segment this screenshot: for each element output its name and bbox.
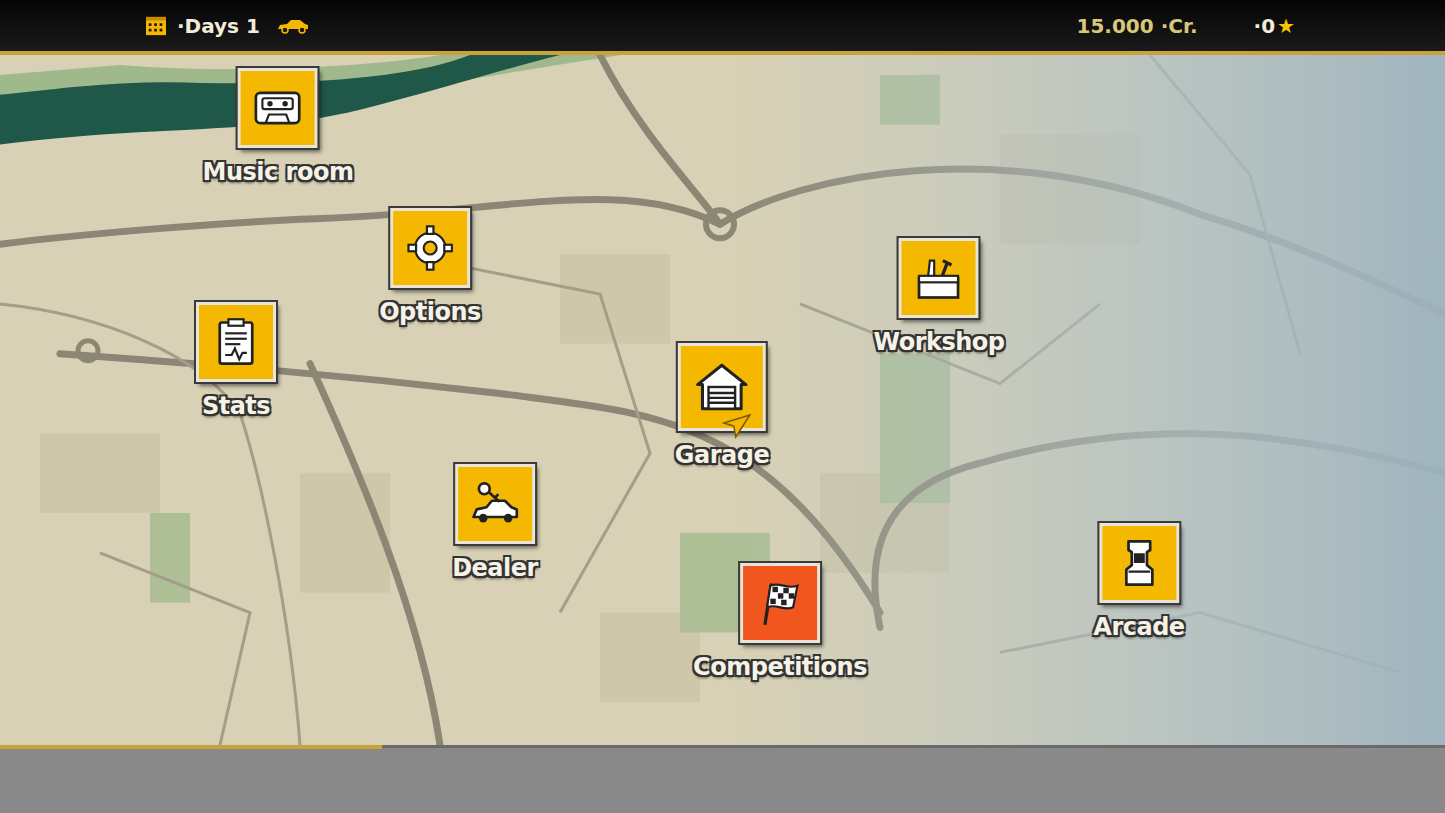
days-text: ·Days 1 <box>177 14 260 38</box>
car-icon <box>276 18 310 34</box>
clipboard-icon <box>210 316 262 368</box>
pin-icon-box[interactable] <box>390 208 470 288</box>
pin-label[interactable]: Dealer <box>452 554 538 582</box>
menu-pin[interactable]: Options <box>379 208 481 326</box>
bottom-gold-line <box>0 745 382 749</box>
stars-count: ·0★ <box>1254 14 1295 38</box>
menu-pin[interactable]: Stats <box>196 302 276 420</box>
game-screen: ·Days 1 15.000 ·Cr. ·0★ Music room Options St… <box>0 0 1445 813</box>
calendar-icon <box>145 16 167 36</box>
pin-icon-box[interactable] <box>196 302 276 382</box>
city-map: Music room Options Stats Garage Workshop Deal… <box>0 55 1445 745</box>
menu-pin[interactable]: Music room <box>203 68 354 186</box>
pin-icon-box[interactable] <box>740 563 820 643</box>
pin-label[interactable]: Options <box>379 298 481 326</box>
star-icon: ★ <box>1277 14 1295 38</box>
bottom-bar <box>0 745 1445 813</box>
gear-icon <box>404 222 456 274</box>
cursor-arrow-icon <box>722 413 752 439</box>
cassette-icon <box>252 82 304 134</box>
pin-icon-box[interactable] <box>899 238 979 318</box>
menu-pin[interactable]: Garage <box>675 343 769 469</box>
garage-icon <box>693 358 751 416</box>
top-bar: ·Days 1 15.000 ·Cr. ·0★ <box>0 0 1445 55</box>
pin-label[interactable]: Workshop <box>874 328 1005 356</box>
credits-text: 15.000 ·Cr. <box>1077 14 1198 38</box>
checkered-flag-icon <box>754 577 806 629</box>
pin-icon-box[interactable] <box>455 464 535 544</box>
menu-pin[interactable]: Workshop <box>874 238 1005 356</box>
pin-label[interactable]: Competitions <box>693 653 867 681</box>
menu-pin[interactable]: Competitions <box>693 563 867 681</box>
pin-label[interactable]: Garage <box>675 441 769 469</box>
arcade-cabinet-icon <box>1113 537 1165 589</box>
pin-label[interactable]: Stats <box>202 392 270 420</box>
pin-label[interactable]: Arcade <box>1093 613 1184 641</box>
dealer-car-key-icon <box>469 478 521 530</box>
toolbox-icon <box>913 252 965 304</box>
menu-pin[interactable]: Dealer <box>452 464 538 582</box>
menu-pin[interactable]: Arcade <box>1093 523 1184 641</box>
pin-icon-box[interactable] <box>1099 523 1179 603</box>
pin-label[interactable]: Music room <box>203 158 354 186</box>
day-counter: ·Days 1 <box>145 14 310 38</box>
pin-icon-box[interactable] <box>238 68 318 148</box>
pin-icon-box[interactable] <box>678 343 766 431</box>
